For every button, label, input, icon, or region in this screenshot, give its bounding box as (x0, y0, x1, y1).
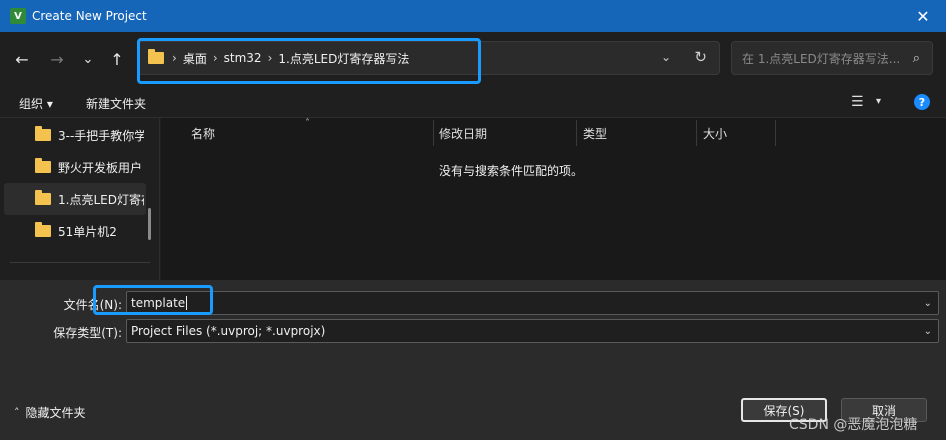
divider (10, 262, 150, 263)
filename-field[interactable]: template ⌄ (126, 291, 939, 315)
sidebar-item-label: 野火开发板用户 (58, 160, 143, 175)
title-bar: V Create New Project ✕ (0, 0, 946, 32)
hide-folders-toggle[interactable]: ˄ 隐藏文件夹 (14, 404, 86, 421)
empty-results-message: 没有与搜索条件匹配的项。 (438, 164, 583, 178)
folder-icon (35, 126, 51, 141)
search-box[interactable]: 在 1.点亮LED灯寄存器写法... ⌕ (731, 41, 933, 75)
watermark: CSDN @恶魔泡泡糖 (789, 417, 918, 433)
sidebar-item-folder[interactable]: 3--手把手教你学 (4, 119, 146, 151)
sidebar-item-label: 3--手把手教你学 (58, 128, 144, 143)
organize-menu-button[interactable]: 组织 ▾ (19, 95, 53, 112)
sidebar-item-folder[interactable]: 51单片机2 (4, 215, 146, 247)
new-folder-button[interactable]: 新建文件夹 (86, 95, 146, 112)
navigation-pane-scrollbar[interactable] (148, 208, 151, 240)
back-arrow-icon[interactable]: ← (11, 48, 33, 70)
help-icon[interactable]: ? (914, 94, 930, 110)
view-options-chevron-icon[interactable]: ▾ (876, 96, 881, 107)
filetype-value: Project Files (*.uvproj; *.uvprojx) (131, 324, 326, 338)
filetype-chevron-down-icon[interactable]: ⌄ (924, 326, 932, 337)
column-header-size[interactable]: 大小 (703, 125, 727, 142)
filetype-select[interactable]: Project Files (*.uvproj; *.uvprojx) ⌄ (126, 319, 939, 343)
highlight-box-address (137, 38, 481, 84)
navigation-pane: 3--手把手教你学 野火开发板用户 1.点亮LED灯寄存 51单片机2 (0, 118, 160, 280)
close-button[interactable]: ✕ (900, 0, 946, 32)
command-bar: 组织 ▾ 新建文件夹 ☰ ▾ ? (0, 86, 946, 118)
folder-icon (35, 158, 51, 173)
up-arrow-icon[interactable]: ↑ (106, 48, 128, 70)
filename-input: template (131, 295, 188, 311)
refresh-icon[interactable]: ↻ (694, 48, 707, 66)
column-separator[interactable] (696, 120, 697, 146)
chevron-up-icon: ˄ (14, 406, 20, 419)
file-list[interactable]: ˄ 名称 修改日期 类型 大小 没有与搜索条件匹配的项。 (161, 118, 946, 280)
column-header-type[interactable]: 类型 (583, 125, 607, 142)
view-options-icon[interactable]: ☰ (851, 94, 864, 110)
sort-ascending-icon: ˄ (305, 118, 310, 129)
column-separator[interactable] (576, 120, 577, 146)
hide-folders-label: 隐藏文件夹 (25, 406, 86, 420)
forward-arrow-icon[interactable]: → (46, 48, 68, 70)
search-icon[interactable]: ⌕ (913, 51, 920, 66)
sidebar-item-folder-selected[interactable]: 1.点亮LED灯寄存 (4, 183, 146, 215)
window-title: Create New Project (32, 9, 147, 23)
column-header-name[interactable]: 名称 (191, 125, 215, 142)
folder-icon (35, 190, 51, 205)
sidebar-item-label: 51单片机2 (58, 224, 117, 239)
highlight-box-filename (93, 285, 213, 315)
recent-locations-chevron-icon[interactable]: ⌄ (77, 48, 99, 70)
sidebar-item-folder[interactable]: 野火开发板用户 (4, 151, 146, 183)
filetype-label: 保存类型(T): (53, 326, 122, 340)
folder-icon (35, 222, 51, 237)
app-icon: V (10, 8, 26, 24)
address-history-chevron-icon[interactable]: ⌄ (661, 50, 671, 64)
column-header-date-modified[interactable]: 修改日期 (439, 125, 487, 142)
column-separator[interactable] (433, 120, 434, 146)
column-separator[interactable] (775, 120, 776, 146)
sidebar-item-label: 1.点亮LED灯寄存 (58, 192, 144, 207)
search-input[interactable]: 在 1.点亮LED灯寄存器写法... (742, 50, 913, 67)
filename-chevron-down-icon[interactable]: ⌄ (924, 298, 932, 309)
